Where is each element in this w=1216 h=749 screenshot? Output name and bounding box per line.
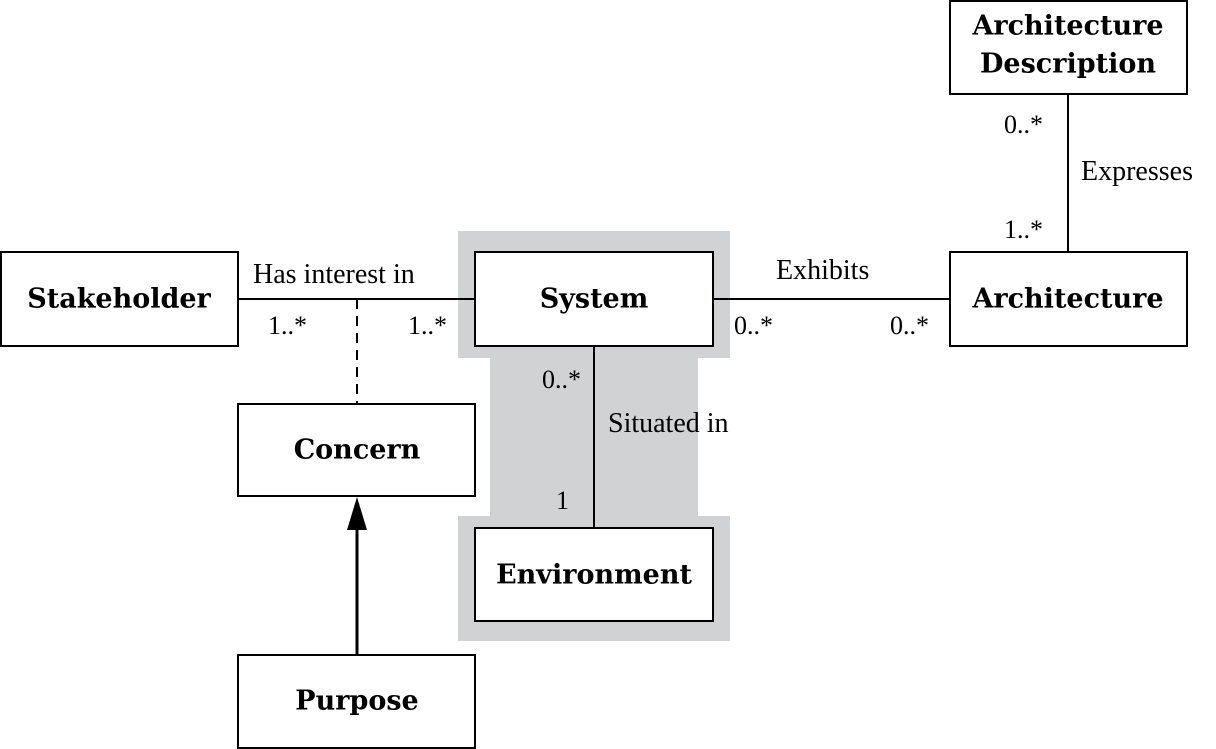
stakeholder-label: Stakeholder <box>27 284 211 315</box>
concern-label: Concern <box>294 435 421 466</box>
purpose-box[interactable]: Purpose <box>237 654 476 749</box>
purpose-label: Purpose <box>295 686 418 717</box>
architecture-description-label-1: Architecture <box>971 11 1163 42</box>
multiplicity-stakeholder: 1..* <box>268 311 307 340</box>
multiplicity-system-exhibits: 0..* <box>734 311 773 340</box>
architecture-box[interactable]: Architecture <box>949 251 1188 347</box>
system-box[interactable]: System <box>474 251 714 347</box>
architecture-description-label-2: Description <box>980 49 1156 80</box>
multiplicity-system-situated: 0..* <box>542 365 581 394</box>
arrowhead-icon <box>347 497 367 530</box>
exhibits-label: Exhibits <box>776 255 869 286</box>
concern-box[interactable]: Concern <box>237 403 476 497</box>
stakeholder-box[interactable]: Stakeholder <box>0 251 239 347</box>
multiplicity-system-interest: 1..* <box>408 311 447 340</box>
environment-box[interactable]: Environment <box>474 527 714 622</box>
multiplicity-architecture-exhibits: 0..* <box>890 311 929 340</box>
situated-in-label: Situated in <box>608 408 729 439</box>
architecture-label: Architecture <box>971 284 1163 315</box>
multiplicity-architecture-expresses: 1..* <box>1004 215 1043 244</box>
multiplicity-environment: 1 <box>556 486 569 515</box>
multiplicity-description: 0..* <box>1004 110 1043 139</box>
architecture-diagram: Stakeholder System Architecture Architec… <box>0 0 1193 749</box>
system-label: System <box>540 284 649 315</box>
has-interest-in-label: Has interest in <box>253 259 415 290</box>
expresses-label: Expresses <box>1081 156 1193 187</box>
architecture-description-box[interactable]: Architecture Description <box>949 0 1188 95</box>
environment-label: Environment <box>496 560 692 591</box>
